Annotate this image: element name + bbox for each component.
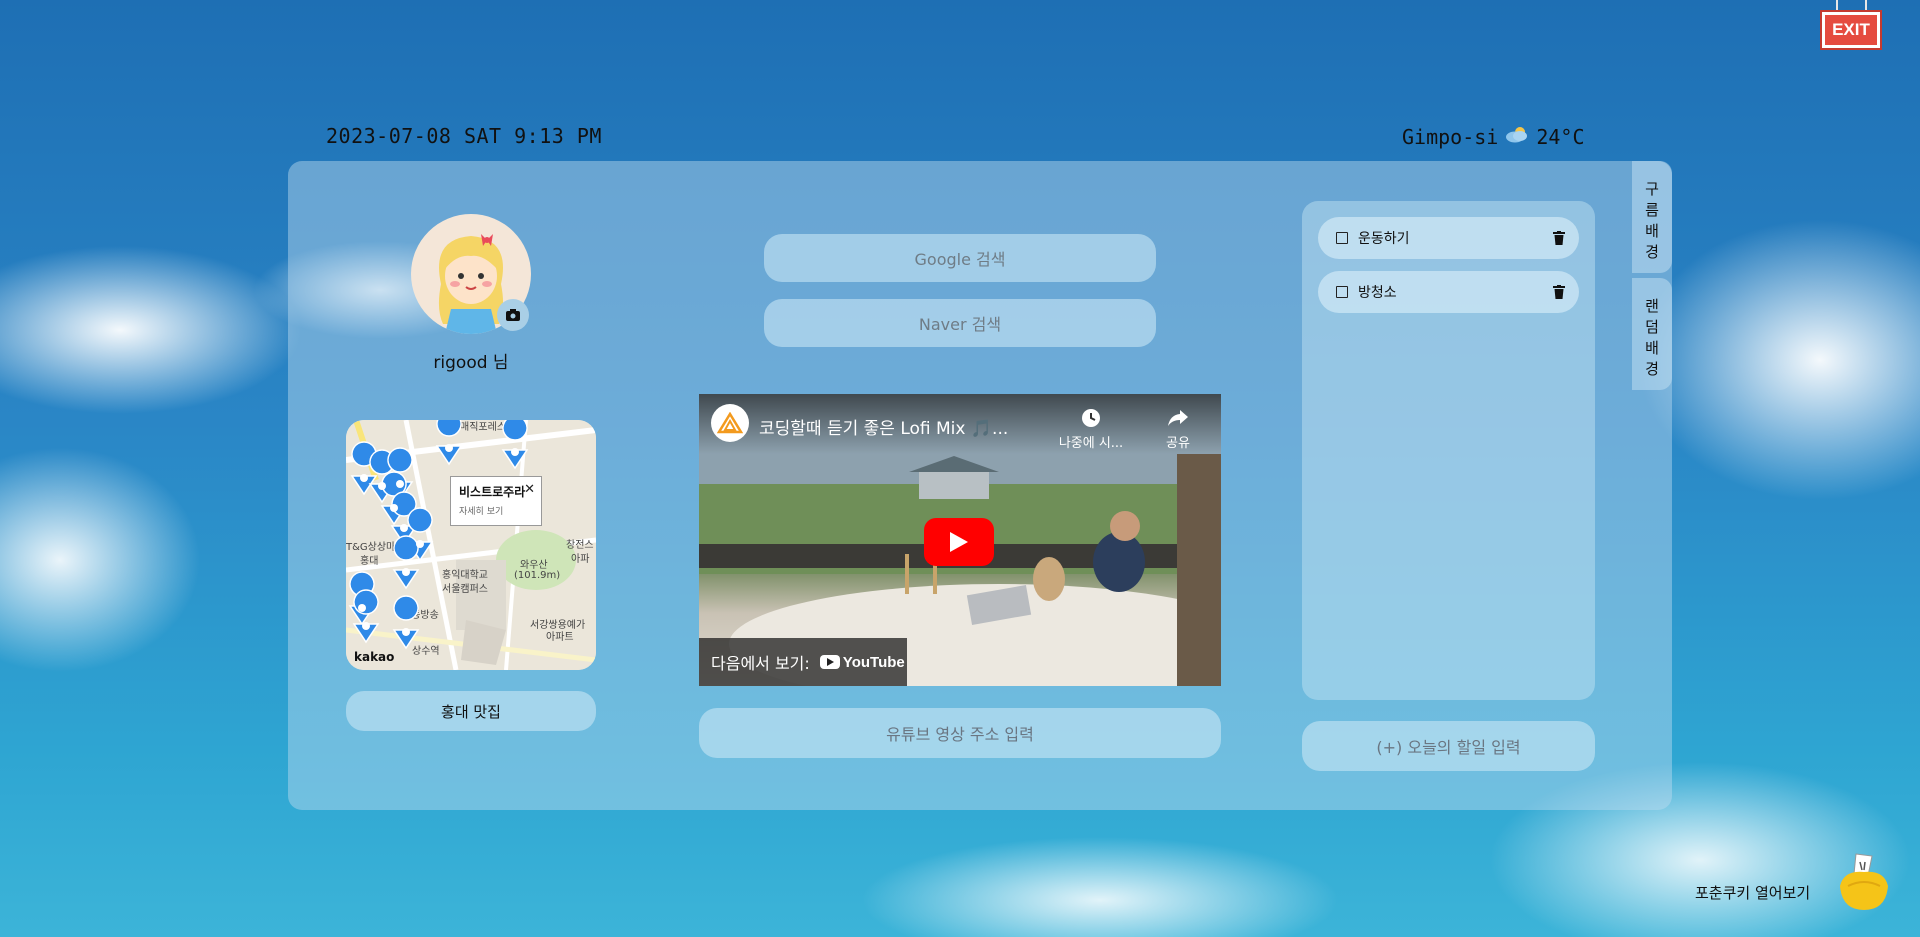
todo-list: 운동하기 방청소 [1302,201,1595,700]
todo-item: 방청소 [1318,271,1579,313]
tab-cloud-background[interactable]: 구 름 배 경 [1632,161,1672,273]
share-label: 공유 [1166,436,1190,451]
todo-label: 방청소 [1358,285,1397,301]
todo-item: 운동하기 [1318,217,1579,259]
camera-icon [506,309,520,321]
camera-button[interactable] [497,299,529,331]
map-marker-icon [501,420,529,470]
username: rigood 님 [433,353,509,373]
map-marker-icon [392,595,420,650]
watch-on-youtube-button[interactable]: 다음에서 보기: YouTube [699,638,907,686]
google-search-button[interactable]: Google 검색 [764,234,1156,282]
play-button[interactable] [924,518,994,566]
trash-icon[interactable] [1553,285,1565,299]
location: Gimpo-si [1402,124,1499,149]
temperature: 24°C [1536,124,1585,149]
channel-avatar[interactable] [711,404,749,442]
trash-icon[interactable] [1553,231,1565,245]
weather-widget: Gimpo-si 24°C [1402,124,1585,149]
map-marker-icon [435,420,463,466]
map-markers [348,420,529,650]
exit-button[interactable]: EXIT [1822,12,1880,48]
place-detail-link[interactable]: 자세히 보기 [459,504,533,517]
watch-later-label: 나중에 시... [1058,436,1124,451]
hongdae-restaurants-button[interactable]: 홍대 맛집 [346,691,596,731]
date-time: 2023-07-08 SAT 9:13 PM [326,124,602,148]
map-marker-icon [392,535,420,590]
watch-later-button[interactable]: 나중에 시... [1051,408,1131,451]
todo-label: 운동하기 [1358,231,1410,247]
youtube-player[interactable]: 코딩할때 듣기 좋은 Lofi Mix 🎵... 나중에 시... 공유 다음에… [699,394,1221,686]
share-icon [1168,410,1188,426]
todo-input[interactable]: (+) 오늘의 할일 입력 [1302,721,1595,771]
youtube-logo: YouTube [819,653,905,671]
close-icon[interactable]: ✕ [524,482,535,497]
watch-on-label: 다음에서 보기: [711,654,810,673]
place-name: 비스트로주라 [459,485,526,499]
naver-search-button[interactable]: Naver 검색 [764,299,1156,347]
todo-checkbox[interactable] [1336,286,1348,298]
exit-hanger-right [1865,0,1867,12]
todo-checkbox[interactable] [1336,232,1348,244]
tab-random-background[interactable]: 랜 덤 배 경 [1632,278,1672,390]
map-info-popup[interactable]: 비스트로주라 자세히 보기 ✕ [450,476,542,526]
kakao-logo: kakao [354,650,395,664]
kakao-map[interactable]: 매직포레스트 T&G상상마당 홍대 홍익대학교 서울캠퍼스 와우산 (101.9… [346,420,596,670]
fortune-cookie-icon[interactable] [1838,852,1890,912]
fortune-cookie-label[interactable]: 포춘쿠키 열어보기 [1695,882,1810,903]
share-button[interactable]: 공유 [1153,408,1203,451]
youtube-url-input[interactable]: 유튜브 영상 주소 입력 [699,708,1221,758]
cloud-sun-icon [1504,124,1530,149]
youtube-wordmark: YouTube [842,653,905,671]
youtube-play-icon [819,655,840,669]
play-icon [950,532,968,552]
video-title[interactable]: 코딩할때 듣기 좋은 Lofi Mix 🎵... [759,414,1039,439]
exit-hanger-left [1836,0,1838,12]
clock-icon [1082,409,1100,427]
